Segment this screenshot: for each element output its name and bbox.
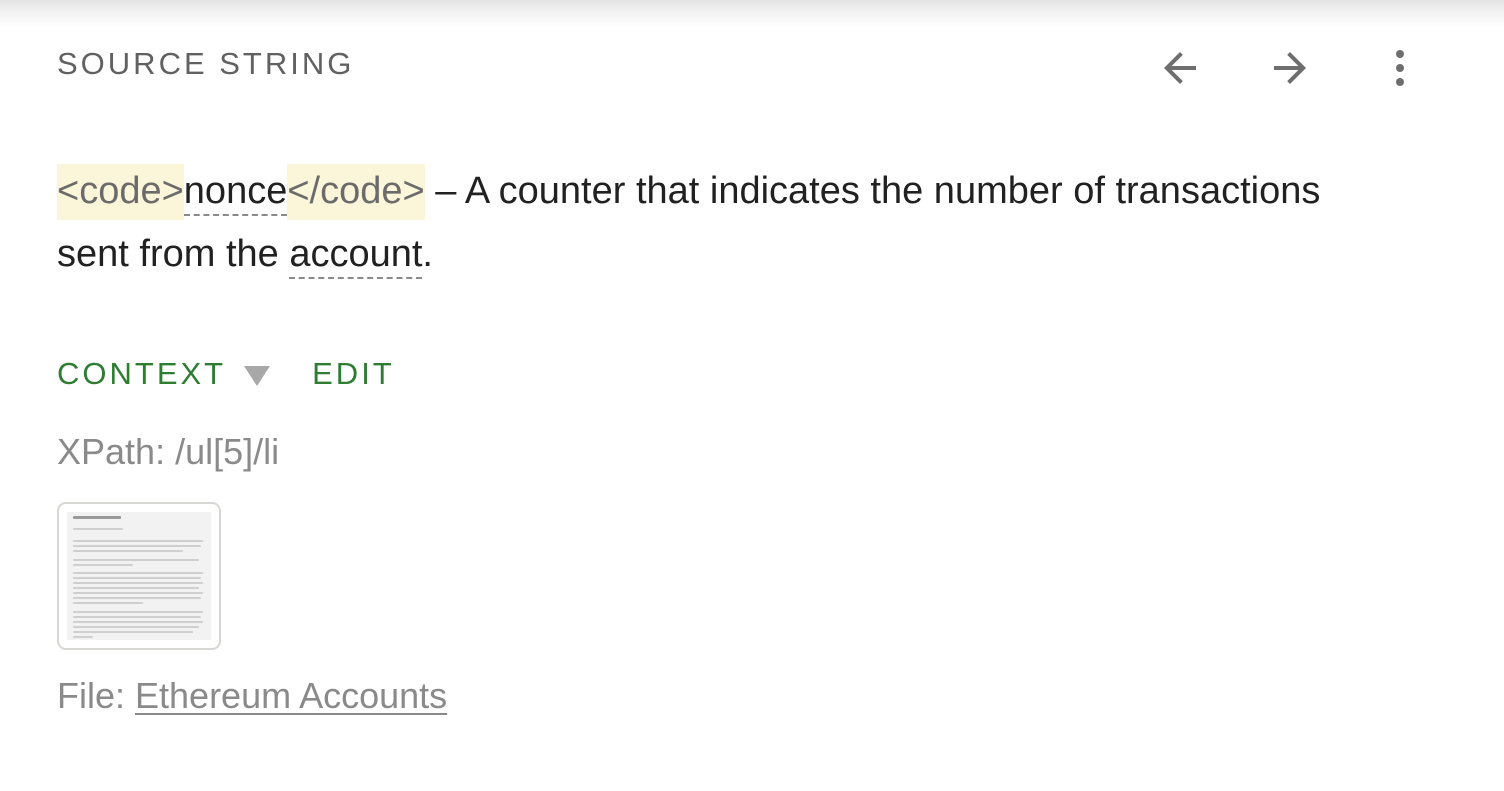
thumb-line <box>73 602 143 604</box>
file-link[interactable]: Ethereum Accounts <box>135 675 447 716</box>
thumb-line <box>73 528 123 530</box>
file-info: File: Ethereum Accounts <box>57 674 447 718</box>
panel-title: SOURCE STRING <box>57 46 355 81</box>
thumb-line <box>73 540 203 542</box>
thumb-line <box>73 611 203 613</box>
thumb-line <box>73 587 199 589</box>
thumb-line <box>73 592 203 594</box>
thumb-line <box>73 582 203 584</box>
thumb-line <box>73 616 201 618</box>
more-vertical-icon <box>1396 50 1404 86</box>
more-options-button[interactable] <box>1372 40 1428 96</box>
previous-string-button[interactable] <box>1152 40 1208 96</box>
tab-edit[interactable]: EDIT <box>312 355 395 393</box>
code-open-tag: <code> <box>57 164 184 220</box>
arrow-right-icon <box>1274 52 1306 84</box>
thumb-line <box>73 621 203 623</box>
arrow-left-icon <box>1164 52 1196 84</box>
top-shadow <box>0 0 1504 28</box>
thumb-line <box>73 564 133 566</box>
thumb-line <box>73 550 183 552</box>
next-string-button[interactable] <box>1262 40 1318 96</box>
thumb-line <box>73 631 193 633</box>
tab-context[interactable]: CONTEXT <box>57 355 271 393</box>
thumb-line <box>73 577 201 579</box>
code-close-tag: </code> <box>287 164 425 220</box>
thumb-line <box>73 572 203 574</box>
thumb-line <box>73 597 201 599</box>
caret-down-icon <box>244 366 271 386</box>
glossary-term-account[interactable]: account <box>289 233 423 279</box>
thumb-line <box>73 559 199 561</box>
screenshot-thumbnail[interactable] <box>57 502 221 650</box>
thumb-line <box>73 636 93 638</box>
glossary-term-nonce[interactable]: nonce <box>183 170 288 216</box>
file-label: File: <box>57 675 136 716</box>
tab-context-label: CONTEXT <box>57 356 227 391</box>
thumb-line <box>73 626 199 628</box>
source-string-text: <code>nonce</code> – A counter that indi… <box>57 160 1357 286</box>
thumb-line <box>73 516 121 519</box>
thumbnail-preview <box>67 512 211 640</box>
xpath-text: XPath: /ul[5]/li <box>57 431 280 472</box>
thumb-line <box>73 545 201 547</box>
context-tabs: CONTEXT EDIT <box>57 355 395 393</box>
source-text-end: . <box>422 233 433 275</box>
